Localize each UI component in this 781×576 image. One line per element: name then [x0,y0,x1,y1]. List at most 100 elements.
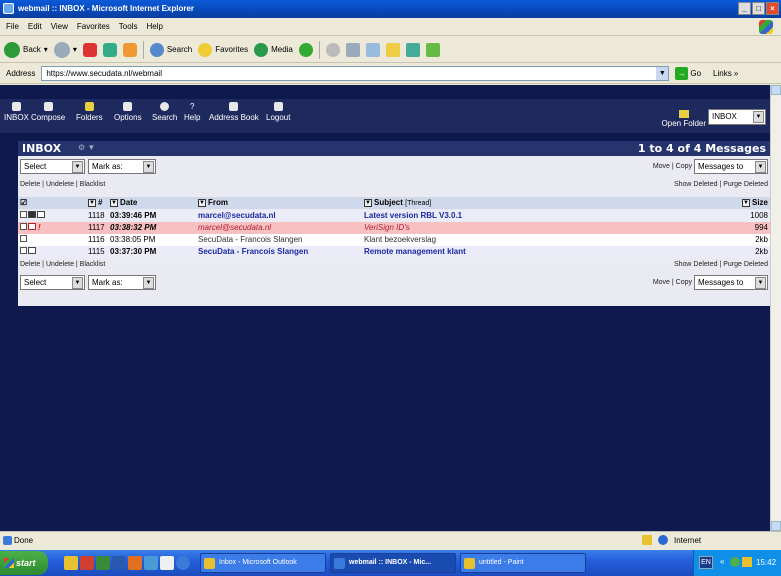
nav-compose[interactable]: Compose [31,102,65,122]
row-checkbox[interactable] [20,247,36,256]
menu-tools[interactable]: Tools [119,22,138,31]
menu-file[interactable]: File [6,22,19,31]
address-input[interactable]: https://www.secudata.nl/webmail ▼ [41,66,670,81]
history-icon[interactable] [298,42,313,57]
msg-subject[interactable]: Latest version RBL V3.0.1 [364,211,462,220]
task-paint[interactable]: untitled - Paint [460,553,586,573]
messenger-icon[interactable] [405,42,420,57]
quicklaunch-icon[interactable] [128,556,142,570]
address-dropdown-icon[interactable]: ▼ [656,67,669,80]
search-button[interactable]: Search [149,42,192,57]
forward-button[interactable]: ▾ [53,41,77,58]
msg-from[interactable]: SecuData - Francois Slangen [198,247,308,256]
msg-from[interactable]: marcel@secudata.nl [198,211,276,220]
menu-edit[interactable]: Edit [28,22,42,31]
system-tray: EN « 15:42 [693,550,781,576]
delete-undelete-blacklist-links-bottom[interactable]: Delete | Undelete | Blacklist [20,261,105,268]
print-icon[interactable] [345,42,360,57]
webmail-nav: INBOX Compose Folders Options Search ? He… [0,99,770,133]
messages-to-dropdown-bottom[interactable]: Messages to ▼ [694,275,768,290]
star-icon [198,42,213,57]
media-button[interactable]: Media [254,42,293,57]
scroll-down-icon[interactable] [771,521,781,531]
quicklaunch-icon[interactable] [112,556,126,570]
msg-num: 1115 [88,247,105,256]
nav-help[interactable]: ? Help [184,102,200,122]
table-row[interactable]: ! 1117 03:38:32 PM marcel@secudata.nl Ve… [18,222,770,234]
minimize-button[interactable]: _ [738,2,751,15]
nav-logout[interactable]: Logout [266,102,290,122]
col-from[interactable]: ▼ From [198,198,228,207]
nav-address-book[interactable]: Address Book [209,102,259,122]
quicklaunch-icon[interactable] [80,556,94,570]
col-date[interactable]: ▼ Date [110,198,137,207]
col-num[interactable]: ▼ # [88,198,102,207]
quicklaunch-icon[interactable] [144,556,158,570]
tray-icon[interactable] [730,557,740,567]
col-subject[interactable]: ▼ Subject [Thread] [364,198,431,207]
nav-options[interactable]: Options [114,102,142,122]
show-purge-deleted-links[interactable]: Show Deleted | Purge Deleted [674,181,768,188]
table-row[interactable]: 1118 03:39:46 PM marcel@secudata.nl Late… [18,210,770,222]
folder-select[interactable]: INBOX ▼ [708,109,766,125]
mark-as-dropdown[interactable]: Mark as: ▼ [88,159,156,174]
select-dropdown[interactable]: Select ▼ [20,159,85,174]
stop-icon[interactable] [82,42,97,57]
language-indicator[interactable]: EN [699,556,713,569]
msg-from[interactable]: marcel@secudata.nl [198,223,271,232]
move-copy-links-bottom[interactable]: Move | Copy [653,279,692,286]
scroll-up-icon[interactable] [771,85,781,95]
menu-favorites[interactable]: Favorites [77,22,110,31]
tray-icon[interactable] [742,557,752,567]
row-checkbox[interactable]: ! [20,223,41,232]
go-button[interactable]: → Go [675,67,701,80]
msg-from[interactable]: SecuData - Francois Slangen [198,235,303,244]
delete-undelete-blacklist-links[interactable]: Delete | Undelete | Blacklist [20,181,105,188]
row-checkbox[interactable] [20,211,45,220]
move-copy-links[interactable]: Move | Copy [653,163,692,170]
tray-expand-icon[interactable]: « [720,557,724,566]
msg-subject[interactable]: Remote management klant [364,247,466,256]
msg-subject[interactable]: Klant bezoekverslag [364,235,436,244]
row-checkbox[interactable] [20,235,27,244]
thread-link[interactable]: [Thread] [405,200,431,207]
mark-as-dropdown-bottom[interactable]: Mark as: ▼ [88,275,156,290]
menu-view[interactable]: View [51,22,68,31]
col-size[interactable]: ▼ Size [741,198,768,207]
menu-help[interactable]: Help [146,22,162,31]
select-all-checkbox[interactable]: ☑ [20,198,27,207]
nav-inbox[interactable]: INBOX [4,102,29,122]
vertical-scrollbar[interactable] [770,85,781,531]
edit-icon[interactable] [365,42,380,57]
ie-quicklaunch-icon[interactable] [176,556,190,570]
links-button[interactable]: Links » [713,69,738,78]
research-icon[interactable] [425,42,440,57]
quicklaunch-icon[interactable] [96,556,110,570]
messages-to-dropdown[interactable]: Messages to ▼ [694,159,768,174]
discuss-icon[interactable] [385,42,400,57]
table-row[interactable]: 1115 03:37:30 PM SecuData - Francois Sla… [18,246,770,258]
quicklaunch-icon[interactable] [64,556,78,570]
open-folder-button[interactable]: Open Folder [662,110,706,128]
select-dropdown-bottom[interactable]: Select ▼ [20,275,85,290]
start-button[interactable]: start [0,551,48,575]
nav-search[interactable]: Search [152,102,177,122]
back-button[interactable]: Back ▾ [4,41,48,58]
favorites-button[interactable]: Favorites [198,42,248,57]
mail-icon[interactable] [325,42,340,57]
task-webmail[interactable]: webmail :: INBOX - Mic... [330,553,456,573]
table-row[interactable]: 1116 03:38:05 PM SecuData - Francois Sla… [18,234,770,246]
refresh-icon[interactable] [102,42,117,57]
inbox-icon [11,102,21,111]
close-button[interactable]: × [766,2,779,15]
help-icon: ? [189,102,195,111]
sort-icons[interactable]: ⚙ ▼ [78,143,95,152]
quicklaunch-icon[interactable] [160,556,174,570]
msg-subject[interactable]: VeriSign ID's [364,223,410,232]
task-outlook[interactable]: Inbox - Microsoft Outlook [200,553,326,573]
message-count: 1 to 4 of 4 Messages [637,142,766,155]
home-icon[interactable] [122,42,137,57]
nav-folders[interactable]: Folders [76,102,103,122]
maximize-button[interactable]: □ [752,2,765,15]
show-purge-deleted-links-bottom[interactable]: Show Deleted | Purge Deleted [674,261,768,268]
